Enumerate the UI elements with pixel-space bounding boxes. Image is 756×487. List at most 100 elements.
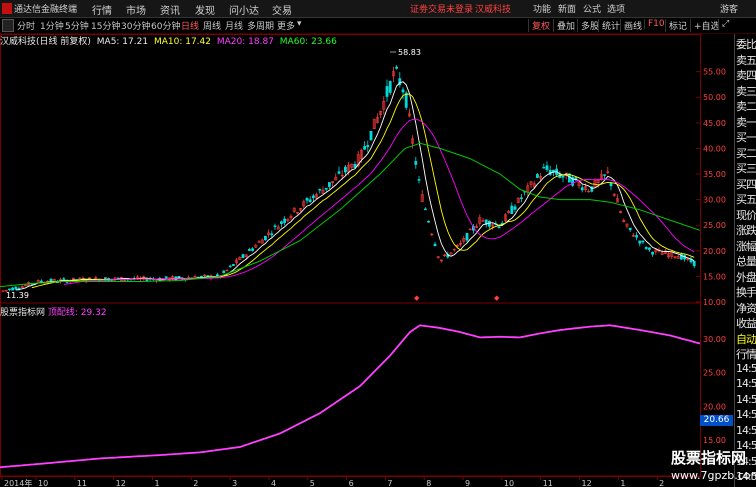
date-tick-label: 6 <box>349 479 354 487</box>
menu-item-news[interactable]: 资讯 <box>160 2 180 17</box>
date-tick-label: 1 <box>154 479 159 487</box>
candle-body <box>251 248 255 251</box>
candle-body <box>363 146 367 150</box>
side-panel-item: 14:5 <box>736 408 756 421</box>
price-legend: 汉威科技(日线 前复权) MA5: 17.21 MA10: 17.42 MA20… <box>0 34 340 47</box>
price-tick-label: 35.00 <box>703 170 726 179</box>
candle-body <box>635 235 639 238</box>
candle-body <box>11 287 15 291</box>
min-price-label: 11.39 <box>6 291 29 300</box>
candle-body <box>305 198 309 201</box>
add-watchlist-button[interactable]: +自选 <box>690 19 720 32</box>
indicator-panel-name: 股票指标网 <box>0 308 46 318</box>
price-tick-label: 25.00 <box>703 221 726 230</box>
candle-body <box>580 187 584 191</box>
period-tab-15min[interactable]: 15分钟 <box>91 19 120 32</box>
multi-stock-button[interactable]: 多股 <box>577 19 599 32</box>
kline-chart[interactable]: 55.00 50.00 45.00 40.00 35.00 30.00 25.00 20.00… <box>0 34 734 487</box>
period-tab-monthly[interactable]: 月线 <box>225 19 243 32</box>
date-tick-label: 12 <box>582 479 592 487</box>
ma10-line <box>31 93 695 289</box>
ma5-line <box>15 81 695 291</box>
indicator-value: 顶配线: 29.32 <box>47 308 107 318</box>
candle-body <box>535 174 539 178</box>
side-panel-item: 现价 <box>736 208 756 222</box>
statistics-button[interactable]: 统计 <box>598 19 620 32</box>
candle-body <box>248 249 251 251</box>
candle-body <box>263 235 267 241</box>
menu-function[interactable]: 功能 <box>533 2 551 15</box>
date-tick-label: 11 <box>543 479 553 487</box>
app-title: 通达信金融终端 <box>14 5 78 15</box>
login-notice[interactable]: 证劵交易未登录 <box>410 2 473 15</box>
candle-body <box>385 86 389 97</box>
menu-formula[interactable]: 公式 <box>583 2 601 15</box>
date-tick-label: 5 <box>310 479 315 487</box>
period-tab-1min[interactable]: 1分钟 <box>40 19 64 32</box>
date-tick-label: 10 <box>38 479 48 487</box>
chart-frame <box>0 34 701 477</box>
signal-marker: ◆ <box>494 294 500 302</box>
candle-body <box>241 254 245 258</box>
side-panel-item: 买一 <box>736 131 756 144</box>
side-panel-item: 收益 <box>736 317 756 330</box>
quote-side-panel[interactable]: 委比 卖五 卖四 卖三 卖二 卖一 买一 买二 买三 买四 买五 现价 涨跌 涨幅 总量 外盘 换手 净资 收益 自动… <box>734 34 756 487</box>
menu-item-market[interactable]: 市场 <box>126 2 146 17</box>
price-tick-label: 50.00 <box>703 93 726 102</box>
side-panel-item: 14:5 <box>736 377 756 390</box>
menu-options[interactable]: 选项 <box>607 2 625 15</box>
period-tab-60min[interactable]: 60分钟 <box>151 19 180 32</box>
fullscreen-icon[interactable]: ⤢ <box>718 19 729 29</box>
f10-button[interactable]: F10 <box>644 19 665 29</box>
candle-body <box>545 165 549 170</box>
date-tick-label: 12 <box>116 479 126 487</box>
date-tick-label: 7 <box>387 479 392 487</box>
period-tab-5min[interactable]: 5分钟 <box>65 19 89 32</box>
menu-item-market-quotes[interactable]: 行情 <box>92 2 112 17</box>
max-price-label: 58.83 <box>398 48 421 57</box>
watermark-title: 股票指标网 <box>671 449 747 467</box>
candlestick-series <box>1 65 696 293</box>
date-tick-label: 3 <box>232 479 237 487</box>
side-panel-item: 涨跌 <box>736 224 756 237</box>
period-tab-more[interactable]: 更多 <box>277 19 295 32</box>
date-tick-label: 1 <box>620 479 625 487</box>
menu-item-discover[interactable]: 发现 <box>195 2 215 17</box>
menu-item-trade[interactable]: 交易 <box>272 2 292 17</box>
period-tab-multi[interactable]: 多周期 <box>247 19 274 32</box>
candle-body <box>395 66 399 69</box>
side-panel-item: 14:5 <box>736 392 756 406</box>
user-label[interactable]: 游客 <box>720 2 738 15</box>
toolbar-grid-icon[interactable] <box>2 19 14 32</box>
mark-button[interactable]: 标记 <box>665 19 687 32</box>
adjust-button[interactable]: 复权 <box>528 19 550 32</box>
candle-body <box>200 275 203 278</box>
indicator-tick-label: 30.00 <box>703 335 726 344</box>
menu-new-layout[interactable]: 新面 <box>558 2 576 15</box>
draw-line-button[interactable]: 画线 <box>620 19 642 32</box>
legend-ma10: MA10: 17.42 <box>153 37 211 47</box>
period-tab-intraday[interactable]: 分时 <box>17 19 35 32</box>
more-dropdown-icon[interactable]: ▾ <box>297 19 302 29</box>
date-tick-label: 10 <box>504 479 514 487</box>
side-panel-item: 买五 <box>736 193 756 206</box>
period-tab-weekly[interactable]: 周线 <box>203 19 221 32</box>
menu-item-ask[interactable]: 问小达 <box>229 2 259 17</box>
side-panel-item: 自动 <box>736 332 756 346</box>
period-tab-30min[interactable]: 30分钟 <box>121 19 150 32</box>
legend-ma20: MA20: 18.87 <box>216 37 274 47</box>
date-tick-label: 2 <box>193 479 198 487</box>
signal-marker: ◆ <box>414 294 420 302</box>
indicator-tick-label: 25.00 <box>703 369 726 378</box>
price-tick-label: 15.00 <box>703 272 726 281</box>
overlay-button[interactable]: 叠加 <box>553 19 575 32</box>
candle-body <box>327 182 331 187</box>
chart-grid <box>696 71 700 303</box>
candle-body <box>628 227 632 231</box>
candle-body <box>273 225 277 227</box>
legend-title: 汉威科技(日线 前复权) <box>0 37 91 47</box>
period-tab-daily[interactable]: 日线 <box>181 19 199 32</box>
side-panel-item: 卖五 <box>736 53 756 67</box>
candle-body <box>39 280 43 283</box>
side-panel-item: 外盘 <box>736 270 756 284</box>
